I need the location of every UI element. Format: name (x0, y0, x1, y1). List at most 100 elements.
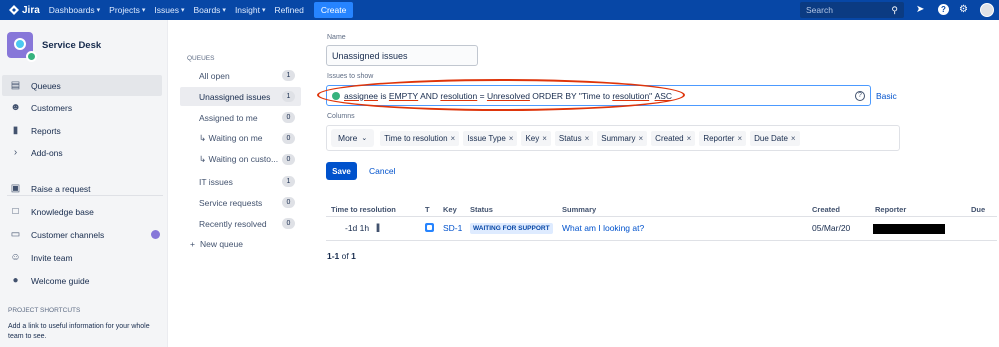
close-icon[interactable]: × (737, 134, 742, 143)
column-header-type[interactable]: T (425, 205, 430, 214)
column-header-time-to-resolution[interactable]: Time to resolution (331, 205, 396, 214)
basic-mode-link[interactable]: Basic (876, 91, 897, 101)
chevron-down-icon: ⌄ (361, 135, 368, 142)
column-chip[interactable]: Status × (554, 130, 594, 146)
queue-item-waiting-on-me[interactable]: ↳ Waiting on me 0 (180, 129, 301, 148)
help-icon[interactable]: ? (938, 4, 949, 15)
sidebar-item-label: Reports (31, 125, 61, 136)
queue-count-badge: 0 (282, 218, 295, 229)
pause-icon: || (376, 222, 380, 232)
notification-dot (151, 230, 160, 239)
sidebar-item-label: Queues (31, 80, 61, 91)
sidebar-item-invite-team[interactable]: ☺ Invite team (2, 247, 162, 268)
sidebar-item-label: Customers (31, 102, 73, 113)
sidebar-item-customers[interactable]: ☻ Customers (2, 97, 162, 118)
jql-help-icon[interactable]: ? (855, 91, 865, 101)
sidebar-item-raise-request[interactable]: ▣ Raise a request (2, 178, 162, 199)
nav-boards[interactable]: Boards ▾ (193, 5, 225, 15)
gear-icon[interactable]: ⚙ (959, 4, 968, 15)
queue-item-all-open[interactable]: All open 1 (180, 66, 301, 85)
columns-label: Columns (327, 113, 355, 120)
table-row-divider (326, 240, 997, 241)
sidebar-item-label: Knowledge base (31, 206, 94, 217)
queue-item-unassigned-issues[interactable]: Unassigned issues 1 (180, 87, 301, 106)
column-header-due[interactable]: Due (971, 205, 985, 214)
column-chip-label: Summary (601, 133, 636, 143)
column-chip[interactable]: Time to resolution × (380, 130, 460, 146)
queue-item-assigned-to-me[interactable]: Assigned to me 0 (180, 108, 301, 127)
project-shortcuts-text[interactable]: Add a link to useful information for you… (8, 322, 158, 342)
issue-key-link[interactable]: SD-1 (443, 223, 462, 233)
sidebar-item-queues[interactable]: ▤ Queues (2, 75, 162, 96)
nav-insight-label: Insight (234, 5, 260, 15)
column-header-created[interactable]: Created (812, 205, 840, 214)
pagination-of: of (341, 251, 349, 261)
cancel-button[interactable]: Cancel (369, 166, 395, 176)
column-chip[interactable]: Summary × (597, 130, 648, 146)
close-icon[interactable]: × (542, 134, 547, 143)
sidebar-item-reports[interactable]: ▮ Reports (2, 120, 162, 141)
column-chip[interactable]: Due Date × (750, 130, 800, 146)
nav-dashboards[interactable]: Dashboards ▾ (49, 5, 100, 15)
column-chip[interactable]: Key × (521, 130, 551, 146)
column-header-reporter[interactable]: Reporter (875, 205, 906, 214)
chevron-down-icon: ▾ (180, 7, 185, 14)
column-chip[interactable]: Created × (651, 130, 696, 146)
search-input[interactable]: Search ⚲ (800, 2, 904, 18)
queues-icon: ▤ (10, 80, 21, 91)
more-label: More (338, 133, 358, 143)
column-chip[interactable]: Reporter × (699, 130, 747, 146)
queue-count-badge: 0 (282, 197, 295, 208)
project-sidebar: Service Desk ▤ Queues ☻ Customers ▮ Reports… (0, 20, 168, 347)
nav-boards-label: Boards (193, 5, 221, 15)
queue-item-it-issues[interactable]: IT issues 1 (180, 172, 301, 191)
column-chip[interactable]: Issue Type × (463, 130, 518, 146)
sidebar-item-welcome-guide[interactable]: ● Welcome guide (2, 270, 162, 291)
close-icon[interactable]: × (585, 134, 590, 143)
issues-to-show-label: Issues to show (327, 73, 374, 80)
close-icon[interactable]: × (791, 134, 796, 143)
queue-label: Unassigned issues (199, 91, 271, 102)
close-icon[interactable]: × (639, 134, 644, 143)
more-columns-button[interactable]: More ⌄ (331, 129, 375, 147)
queue-count-badge: 0 (282, 133, 295, 144)
jira-logo-text: Jira (22, 4, 40, 16)
queue-item-service-requests[interactable]: Service requests 0 (180, 193, 301, 212)
queue-count-badge: 1 (282, 91, 295, 102)
close-icon[interactable]: × (451, 134, 456, 143)
close-icon[interactable]: × (687, 134, 692, 143)
nav-projects[interactable]: Projects ▾ (109, 5, 145, 15)
nav-refined[interactable]: Refined (275, 5, 304, 15)
nav-issues[interactable]: Issues ▾ (154, 5, 184, 15)
queue-item-recently-resolved[interactable]: Recently resolved 0 (180, 214, 301, 233)
column-header-summary[interactable]: Summary (562, 205, 596, 214)
queue-item-waiting-on-customer[interactable]: ↳ Waiting on custo... 0 (180, 150, 301, 169)
queue-name-input[interactable]: Unassigned issues (326, 45, 478, 66)
customers-icon: ☻ (10, 102, 21, 113)
column-header-key[interactable]: Key (443, 205, 457, 214)
table-header-divider (326, 216, 997, 217)
jira-logo[interactable]: Jira (9, 5, 40, 16)
column-header-status[interactable]: Status (470, 205, 493, 214)
new-queue-button[interactable]: + New queue (190, 239, 243, 249)
sidebar-item-knowledge-base[interactable]: □ Knowledge base (2, 201, 162, 222)
queue-count-badge: 0 (282, 154, 295, 165)
column-chip-label: Key (525, 133, 540, 143)
megaphone-icon[interactable]: ➤ (916, 4, 924, 15)
column-chip-label: Status (558, 133, 582, 143)
column-chip-label: Due Date (754, 133, 788, 143)
issue-summary-link[interactable]: What am I looking at? (562, 223, 644, 233)
queues-title: QUEUES (187, 55, 215, 62)
nav-issues-label: Issues (154, 5, 179, 15)
create-button[interactable]: Create (313, 2, 354, 18)
nav-insight[interactable]: Insight ▾ (235, 5, 266, 15)
status-badge: WAITING FOR SUPPORT (470, 223, 553, 234)
project-header[interactable]: Service Desk (7, 32, 101, 62)
queue-label: Recently resolved (199, 218, 267, 229)
close-icon[interactable]: × (509, 134, 514, 143)
user-avatar[interactable] (980, 3, 994, 17)
sidebar-item-customer-channels[interactable]: ▭ Customer channels (2, 224, 162, 245)
save-button[interactable]: Save (326, 162, 357, 180)
top-navigation-bar: Jira Dashboards ▾ Projects ▾ Issues ▾ Board… (0, 0, 999, 20)
sidebar-item-add-ons[interactable]: › Add-ons (2, 142, 162, 163)
